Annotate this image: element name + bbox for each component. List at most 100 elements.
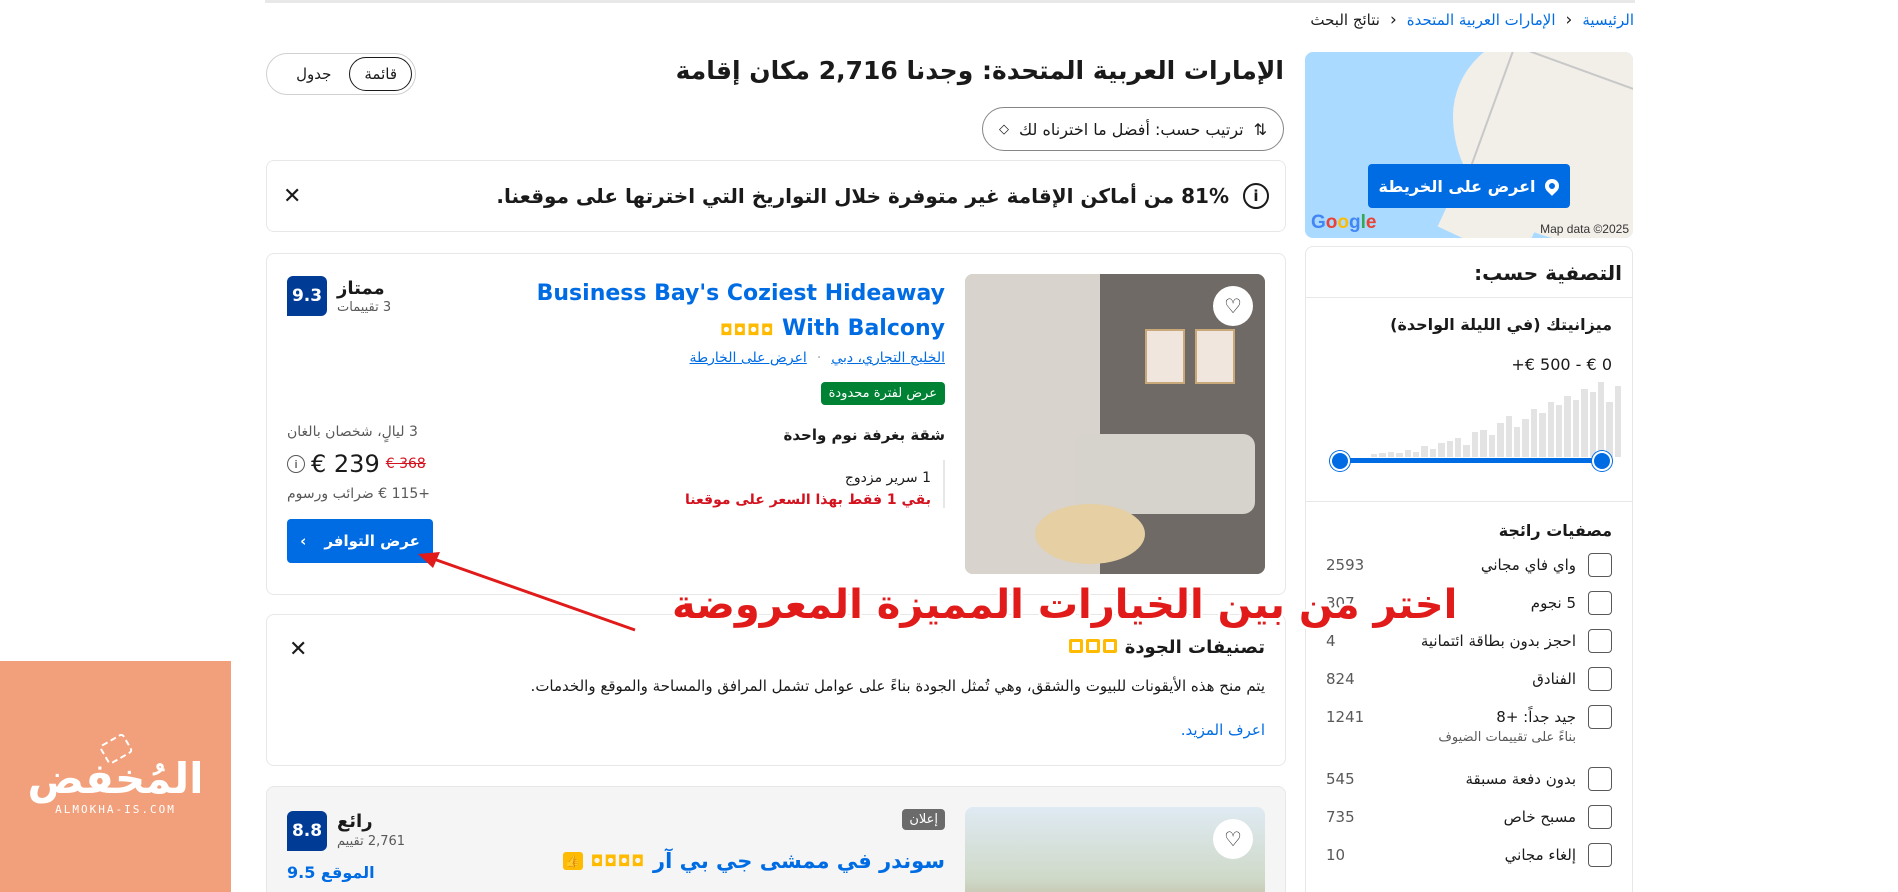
- review-score-badge[interactable]: 8.8: [287, 811, 327, 851]
- filter-label: مسبح خاص: [1503, 808, 1576, 826]
- checkbox[interactable]: [1588, 805, 1612, 829]
- view-grid-option[interactable]: جدول: [282, 57, 345, 91]
- histogram-bar: [1404, 450, 1412, 457]
- see-availability-button[interactable]: عرض التوافر ›: [287, 519, 433, 563]
- checkbox[interactable]: [1588, 843, 1612, 867]
- checkbox[interactable]: [1588, 667, 1612, 691]
- quality-ratings-box: تصنيفات الجودة يتم منح هذه الأيقونات للب…: [266, 614, 1286, 766]
- property-card: ♡ إعلان سوندر في ممشى جي بي آر ◘◘◘◘ 👍 8.…: [266, 786, 1286, 892]
- photo-detail: [1145, 329, 1185, 384]
- breadcrumb-home[interactable]: الرئيسية: [1582, 11, 1634, 29]
- map-preview[interactable]: اعرض على الخريطة Google Map data ©2025: [1305, 52, 1633, 238]
- thumbs-up-icon: 👍: [562, 852, 583, 870]
- histogram-bar: [1371, 454, 1378, 457]
- histogram-bar: [1530, 409, 1538, 457]
- filter-option[interactable]: مسبح خاص 735: [1326, 805, 1612, 843]
- property-card: ♡ Business Bay's Coziest Hideaway With B…: [266, 253, 1286, 595]
- quality-title-row: تصنيفات الجودة: [1066, 637, 1265, 658]
- breadcrumb-country[interactable]: الإمارات العربية المتحدة: [1407, 11, 1556, 29]
- review-score-word: ممتاز: [337, 278, 385, 299]
- chevron-left-icon: ‹: [1565, 10, 1573, 30]
- price-info-icon[interactable]: i: [287, 455, 305, 473]
- map-attribution: Map data ©2025: [1540, 222, 1629, 236]
- histogram-bar: [1446, 440, 1454, 457]
- filter-count: 2593: [1326, 556, 1365, 574]
- review-score-word: رائع: [337, 811, 373, 832]
- show-on-map-button[interactable]: اعرض على الخريطة: [1368, 164, 1570, 208]
- property-title[interactable]: سوندر في ممشى جي بي آر ◘◘◘◘ 👍: [562, 849, 945, 873]
- quality-squares-icon: ◘◘◘◘: [719, 321, 775, 339]
- histogram-bar: [1488, 435, 1496, 457]
- budget-slider[interactable]: [1330, 451, 1612, 471]
- popular-filters-title: مصفيات رائجة: [1498, 521, 1612, 540]
- property-title[interactable]: Business Bay's Coziest Hideaway With Bal…: [475, 276, 945, 348]
- close-icon[interactable]: ✕: [283, 184, 301, 209]
- view-list-option[interactable]: قائمة: [349, 57, 412, 91]
- ad-badge: إعلان: [902, 809, 945, 830]
- show-on-map-label: اعرض على الخريطة: [1378, 176, 1536, 196]
- property-photo[interactable]: ♡: [965, 807, 1265, 892]
- heart-icon[interactable]: ♡: [1213, 286, 1253, 326]
- see-availability-label: عرض التوافر: [324, 532, 420, 550]
- review-count: 2,761 تقييم: [337, 834, 406, 849]
- histogram-bar: [1606, 402, 1613, 457]
- filter-option[interactable]: إلغاء مجاني 10: [1326, 843, 1612, 881]
- show-on-map-link[interactable]: اعرض على الخارطة: [690, 350, 807, 366]
- google-logo: Google: [1311, 212, 1377, 233]
- room-name: شقة بغرفة نوم واحدة: [783, 426, 945, 444]
- budget-range: 0 € - 500 €+: [1511, 355, 1612, 374]
- slider-min-handle[interactable]: [1330, 451, 1350, 471]
- property-location: الخليج التجاري، دبي · اعرض على الخارطة: [690, 350, 946, 366]
- quality-squares-icon: ◘◘◘◘: [590, 852, 646, 870]
- filter-count: 1241: [1326, 708, 1365, 726]
- filter-option[interactable]: احجز بدون بطاقة ائتمانية 4: [1326, 629, 1612, 667]
- histogram-bar: [1555, 405, 1563, 457]
- checkbox[interactable]: [1588, 629, 1612, 653]
- histogram-bar: [1564, 395, 1571, 457]
- filter-count: 735: [1326, 808, 1355, 826]
- review-score-badge[interactable]: 9.3: [287, 276, 327, 316]
- histogram-bar: [1480, 429, 1487, 457]
- checkbox[interactable]: [1588, 591, 1612, 615]
- property-photo[interactable]: ♡: [965, 274, 1265, 574]
- checkbox[interactable]: [1588, 705, 1612, 729]
- scarcity-message: بقي 1 فقط بهذا السعر على موقعنا: [685, 492, 931, 508]
- deal-badge: عرض لفترة محدودة: [820, 382, 945, 405]
- histogram-bar: [1522, 418, 1529, 457]
- filter-option[interactable]: جيد جداً: +8 بناءً على تقييمات الضيوف 1241: [1326, 705, 1612, 767]
- learn-more-link[interactable]: اعرف المزيد.: [1181, 721, 1265, 739]
- original-price: € 368: [385, 456, 426, 472]
- histogram-bar: [1379, 452, 1386, 457]
- watermark-site: ALMOKHA-IS.COM: [55, 802, 176, 816]
- heart-icon[interactable]: ♡: [1213, 819, 1253, 859]
- histogram-bar: [1539, 413, 1546, 457]
- chevron-updown-icon: ◇: [999, 121, 1010, 137]
- filter-count: 4: [1326, 632, 1336, 650]
- filter-count: 10: [1326, 846, 1346, 864]
- checkbox[interactable]: [1588, 553, 1612, 577]
- quality-description: يتم منح هذه الأيقونات للبيوت والشقق، وهي…: [530, 677, 1265, 695]
- filter-count: 545: [1326, 770, 1355, 788]
- histogram-bar: [1413, 451, 1420, 457]
- histogram-bar: [1505, 416, 1512, 457]
- quality-squares-icon: [1066, 637, 1117, 658]
- filter-count: 824: [1326, 670, 1355, 688]
- info-icon: i: [1243, 183, 1269, 209]
- current-price: € 239: [311, 450, 380, 478]
- view-toggle: قائمة جدول: [266, 53, 416, 95]
- histogram-bar: [1547, 402, 1554, 457]
- checkbox[interactable]: [1588, 767, 1612, 791]
- budget-title: ميزانيتك (في الليلة الواحدة): [1390, 315, 1612, 334]
- quality-title: تصنيفات الجودة: [1124, 637, 1265, 658]
- filter-option[interactable]: بدون دفعة مسبقة 545: [1326, 767, 1612, 805]
- location-link[interactable]: الخليج التجاري، دبي: [831, 350, 945, 366]
- slider-max-handle[interactable]: [1592, 451, 1612, 471]
- filter-option[interactable]: الفنادق 824: [1326, 667, 1612, 705]
- annotation-text: اختر من بين الخيارات المميزة المعروضة: [672, 582, 1458, 628]
- close-icon[interactable]: ✕: [289, 637, 307, 662]
- sort-dropdown[interactable]: ⇅ ترتيب حسب: أفضل ما اخترناه لك ◇: [982, 107, 1284, 151]
- banner-text: 81% من أماكن الإقامة غير متوفرة خلال الت…: [496, 184, 1229, 208]
- histogram-bar: [1421, 446, 1428, 457]
- histogram-bar: [1497, 422, 1504, 457]
- histogram-bar: [1597, 382, 1605, 457]
